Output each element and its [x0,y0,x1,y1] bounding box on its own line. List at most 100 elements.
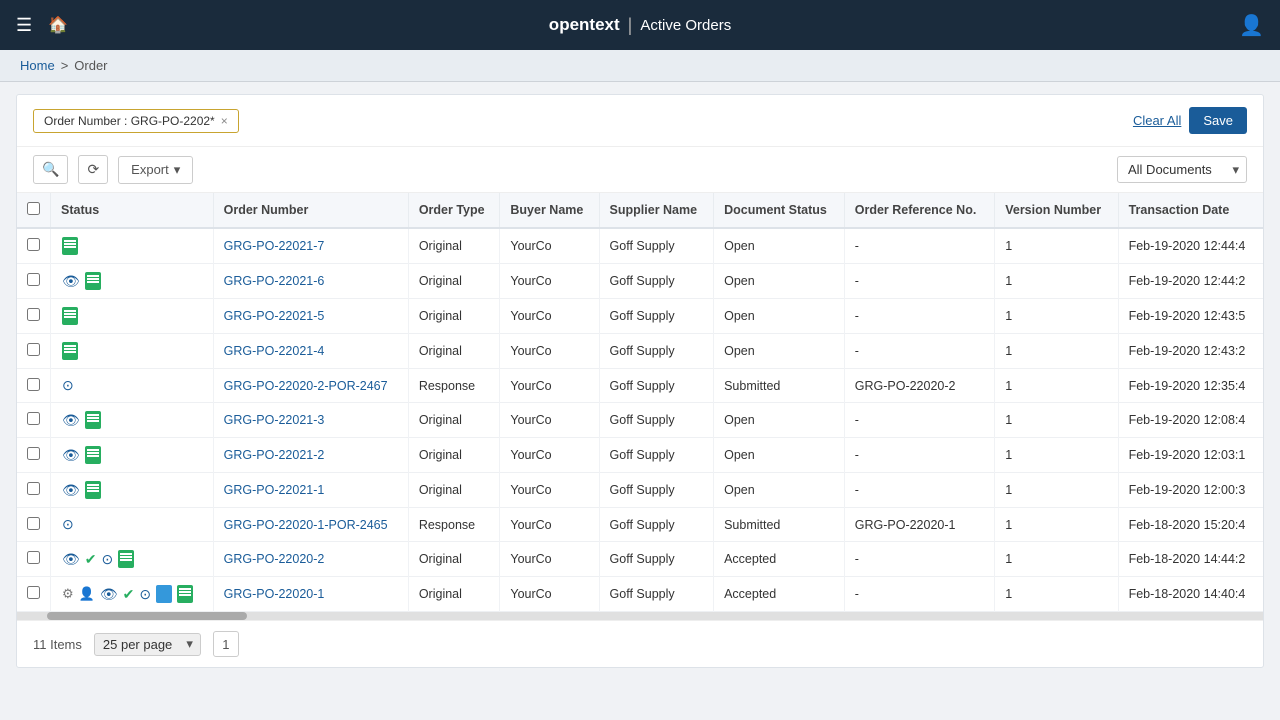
row-version: 1 [995,369,1118,403]
row-doc-status: Open [714,228,845,264]
row-order-number[interactable]: GRG-PO-22020-2-POR-2467 [213,369,408,403]
blue-doc-icon [156,585,172,603]
breadcrumb: Home > Order [0,50,1280,82]
row-status-icons: ⚙👤👁✔⊙ [51,577,214,612]
search-button[interactable]: 🔍 [33,155,68,184]
table-row: ⊙ GRG-PO-22020-1-POR-2465 Response YourC… [17,508,1263,542]
row-checkbox[interactable] [27,238,40,251]
eye-icon: 👁 [62,412,80,429]
filter-tag-close[interactable]: × [221,114,228,128]
table-row: GRG-PO-22021-4 Original YourCo Goff Supp… [17,334,1263,369]
save-button[interactable]: Save [1189,107,1247,134]
row-trans-date: Feb-19-2020 12:03:1 [1118,438,1263,473]
eye-icon: 👁 [62,482,80,499]
row-checkbox-cell [17,542,51,577]
user-icon[interactable]: 👤 [1239,13,1264,38]
page-number: 1 [213,631,239,657]
menu-icon[interactable]: ☰ [16,15,32,36]
select-all-checkbox[interactable] [27,202,40,215]
export-button[interactable]: Export ▾ [118,156,193,184]
filter-tag: Order Number : GRG-PO-2202* × [33,109,239,133]
top-navigation: ☰ 🏠 opentext | Active Orders 👤 [0,0,1280,50]
row-version: 1 [995,508,1118,542]
row-order-ref: - [844,264,994,299]
breadcrumb-sep1: > [61,58,69,73]
row-order-ref: - [844,403,994,438]
row-checkbox-cell [17,508,51,542]
row-order-type: Original [408,577,500,612]
row-buyer-name: YourCo [500,508,599,542]
breadcrumb-home[interactable]: Home [20,58,55,73]
person-icon: 👤 [79,586,95,602]
row-status-icons: 👁✔⊙ [51,542,214,577]
scrollbar-thumb[interactable] [47,612,247,620]
row-order-type: Original [408,264,500,299]
row-checkbox[interactable] [27,378,40,391]
green-doc-icon [85,481,101,499]
row-trans-date: Feb-19-2020 12:44:2 [1118,264,1263,299]
row-doc-status: Open [714,299,845,334]
header-order-type: Order Type [408,193,500,228]
row-order-number[interactable]: GRG-PO-22021-1 [213,473,408,508]
horizontal-scrollbar[interactable] [17,612,1263,620]
header-order-number: Order Number [213,193,408,228]
eye-icon: 👁 [62,447,80,464]
row-order-number[interactable]: GRG-PO-22020-1-POR-2465 [213,508,408,542]
header-version: Version Number [995,193,1118,228]
row-buyer-name: YourCo [500,438,599,473]
table-row: 👁 GRG-PO-22021-6 Original YourCo Goff Su… [17,264,1263,299]
green-doc-icon [62,342,78,360]
row-buyer-name: YourCo [500,542,599,577]
row-checkbox[interactable] [27,343,40,356]
row-checkbox[interactable] [27,273,40,286]
row-order-number[interactable]: GRG-PO-22021-5 [213,299,408,334]
row-order-ref: - [844,577,994,612]
row-supplier-name: Goff Supply [599,369,714,403]
row-checkbox[interactable] [27,308,40,321]
row-trans-date: Feb-19-2020 12:43:5 [1118,299,1263,334]
row-order-number[interactable]: GRG-PO-22021-4 [213,334,408,369]
row-status-icons: 👁 [51,438,214,473]
brand-title: Active Orders [640,17,731,34]
header-buyer-name: Buyer Name [500,193,599,228]
row-checkbox[interactable] [27,551,40,564]
table-row: 👁 GRG-PO-22021-3 Original YourCo Goff Su… [17,403,1263,438]
row-order-number[interactable]: GRG-PO-22020-1 [213,577,408,612]
header-order-ref: Order Reference No. [844,193,994,228]
export-label: Export [131,162,169,177]
row-supplier-name: Goff Supply [599,438,714,473]
row-order-number[interactable]: GRG-PO-22021-6 [213,264,408,299]
home-icon[interactable]: 🏠 [48,15,68,35]
row-checkbox[interactable] [27,517,40,530]
row-order-number[interactable]: GRG-PO-22021-2 [213,438,408,473]
row-doc-status: Submitted [714,508,845,542]
row-status-icons: 👁 [51,403,214,438]
refresh-button[interactable]: ⟳ [78,155,108,184]
table-row: 👁✔⊙ GRG-PO-22020-2 Original YourCo Goff … [17,542,1263,577]
row-checkbox[interactable] [27,482,40,495]
radio-icon: ⊙ [62,516,74,533]
header-doc-status: Document Status [714,193,845,228]
row-status-icons [51,334,214,369]
row-checkbox[interactable] [27,586,40,599]
row-order-number[interactable]: GRG-PO-22021-3 [213,403,408,438]
header-checkbox-cell [17,193,51,228]
green-doc-icon [62,237,78,255]
row-order-number[interactable]: GRG-PO-22020-2 [213,542,408,577]
row-checkbox[interactable] [27,412,40,425]
header-supplier-name: Supplier Name [599,193,714,228]
row-order-number[interactable]: GRG-PO-22021-7 [213,228,408,264]
row-order-ref: - [844,334,994,369]
row-trans-date: Feb-18-2020 15:20:4 [1118,508,1263,542]
doc-type-select[interactable]: All Documents Original Response [1117,156,1247,183]
green-doc-icon [85,446,101,464]
row-order-ref: - [844,228,994,264]
clear-all-button[interactable]: Clear All [1133,113,1181,128]
brand: opentext | Active Orders [549,15,731,36]
row-checkbox[interactable] [27,447,40,460]
table-wrapper: Status Order Number Order Type Buyer Nam… [17,193,1263,612]
refresh-icon: ⟳ [87,161,99,178]
check-circle-icon: ✔ [85,551,97,568]
per-page-select[interactable]: 25 per page 50 per page 100 per page [94,633,201,656]
export-chevron-icon: ▾ [174,162,181,178]
